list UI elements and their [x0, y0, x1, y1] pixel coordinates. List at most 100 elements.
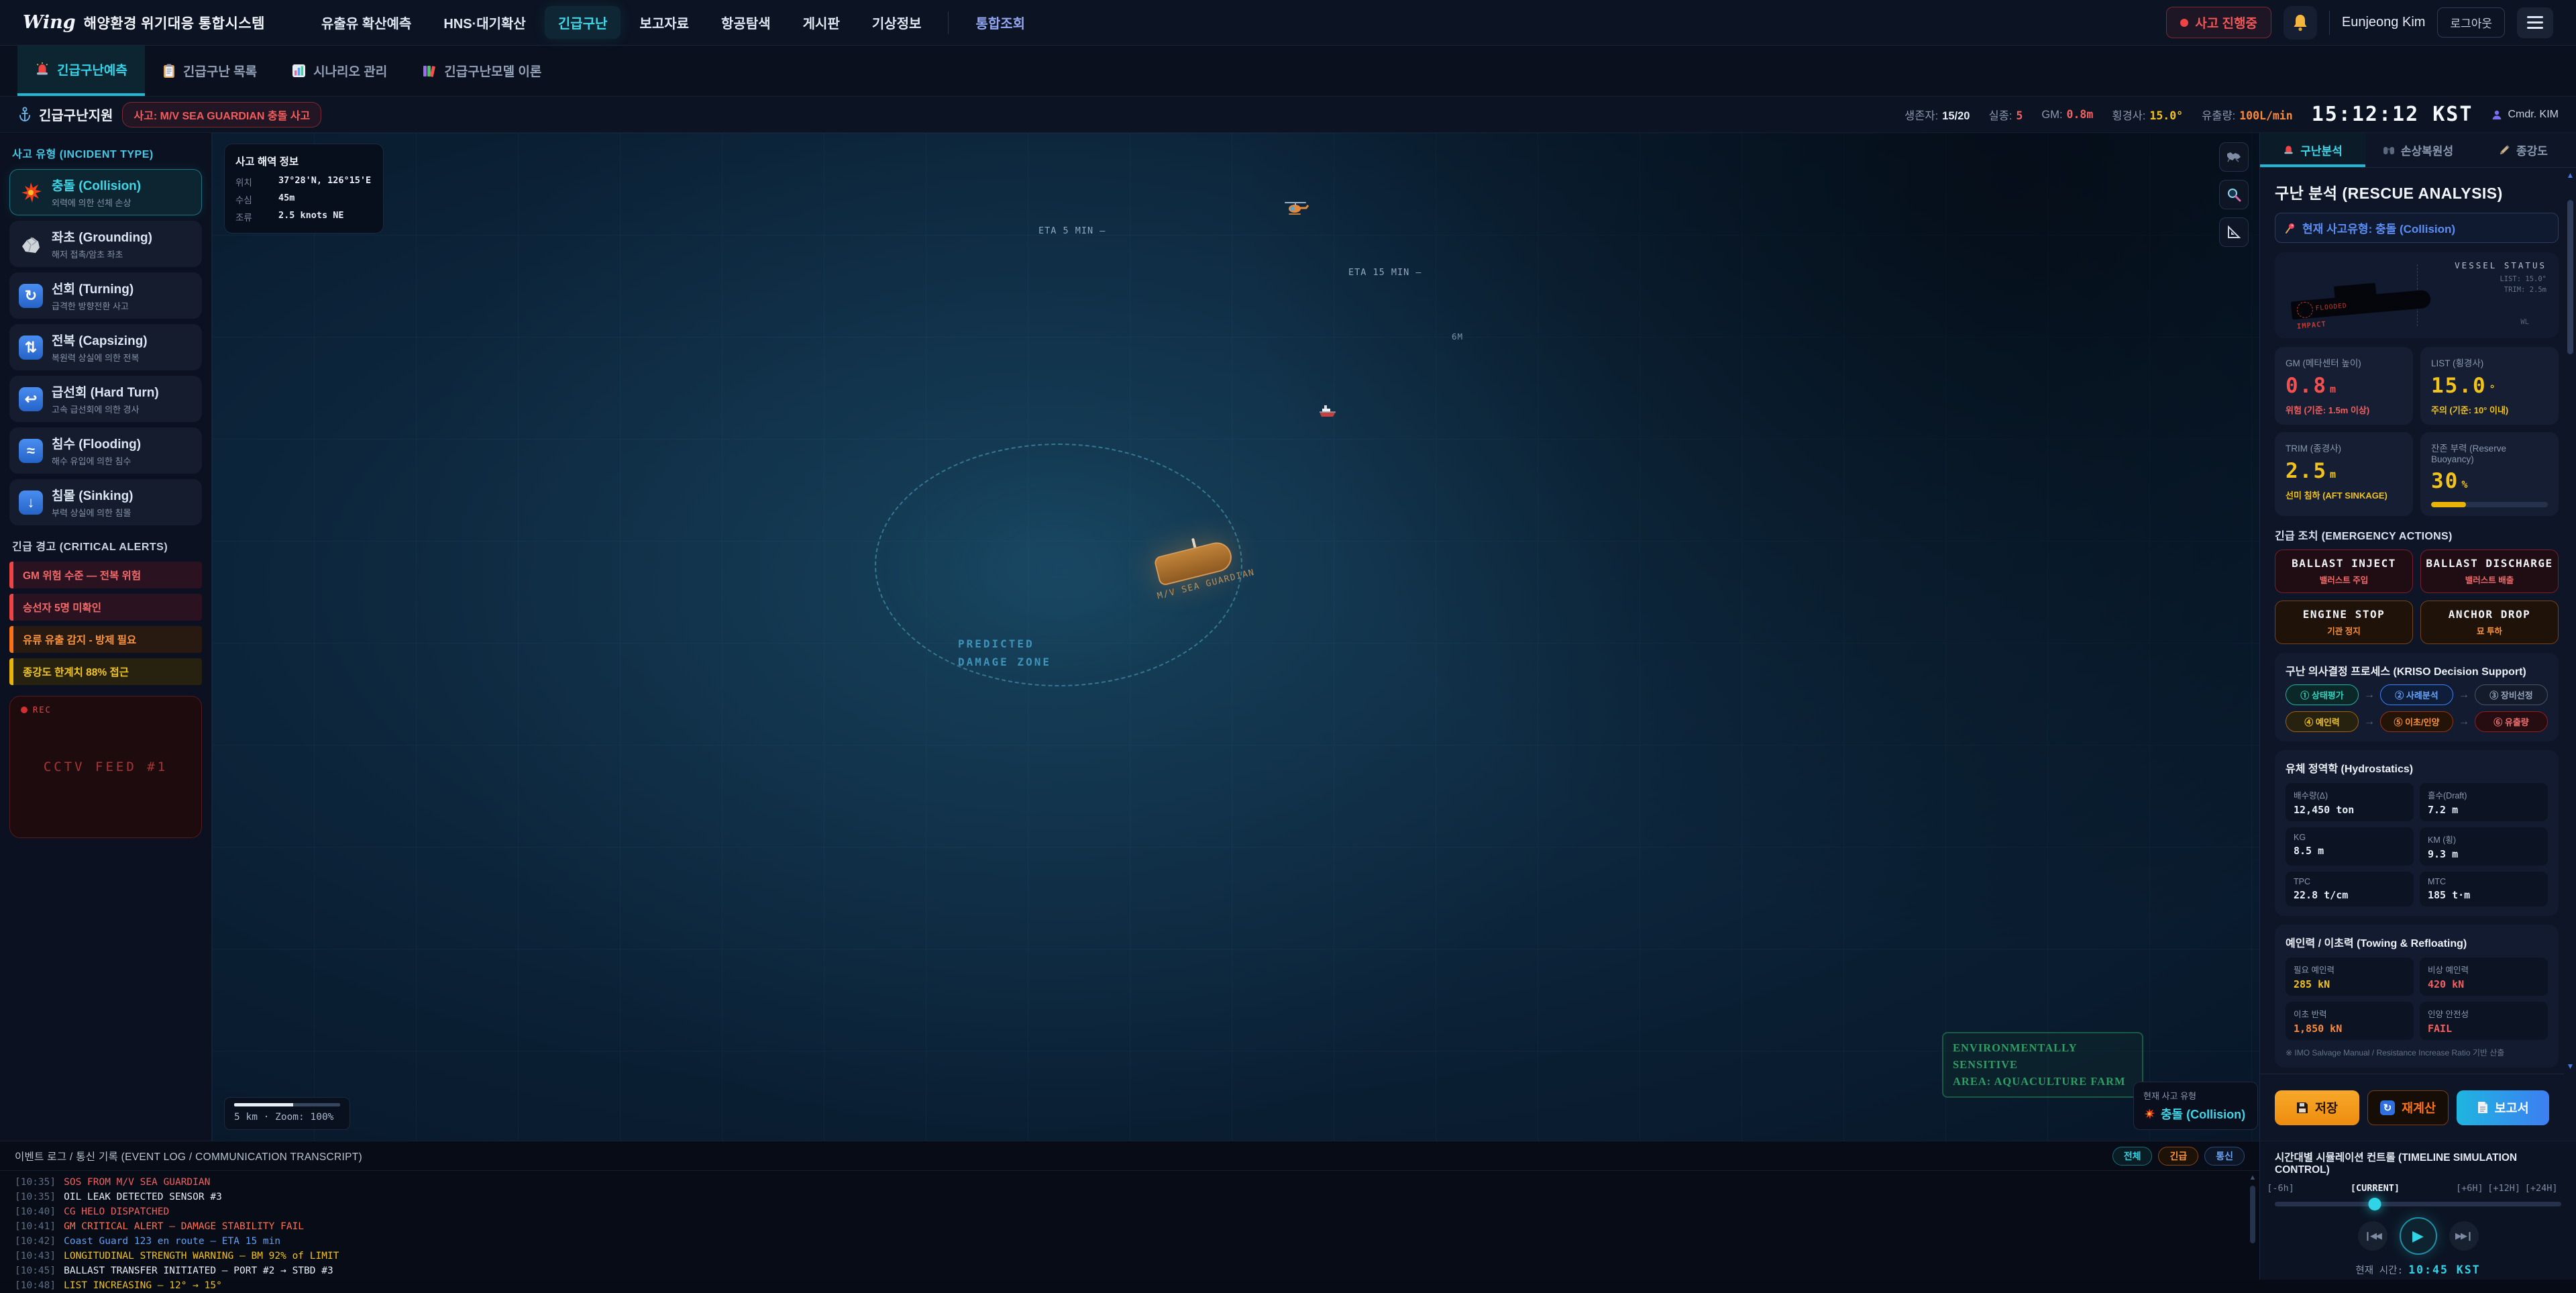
bell-icon	[2292, 14, 2308, 32]
current-incident-badge[interactable]: 현재 사고 유형 충돌 (Collision)	[2133, 1082, 2258, 1130]
nav-item-reports[interactable]: 보고자료	[626, 6, 702, 39]
info-row-depth: 수심45m	[235, 193, 372, 206]
scrollbar-thumb[interactable]	[2250, 1186, 2255, 1243]
filter-comms[interactable]: 통신	[2204, 1147, 2245, 1166]
marker-plus-24h[interactable]: [+24H]	[2525, 1183, 2558, 1194]
scroll-down-icon[interactable]: ▼	[2566, 1062, 2575, 1071]
nav-item-board[interactable]: 게시판	[790, 6, 853, 39]
nav-item-aerial-search[interactable]: 항공탐색	[708, 6, 784, 39]
ballast-inject-button[interactable]: BALLAST INJECT밸러스트 주입	[2275, 550, 2413, 593]
alert-gm-risk[interactable]: GM 위험 수준 — 전복 위험	[9, 562, 202, 588]
timeline-slider[interactable]	[2275, 1202, 2561, 1206]
map-measure-button[interactable]	[2219, 217, 2249, 247]
incident-turning[interactable]: ↻ 선회 (Turning) 급격한 방향전환 사고	[9, 272, 202, 319]
towing-emergency: 비상 예인력420 kN	[2420, 958, 2548, 996]
analysis-scroll-area[interactable]: 구난 분석 (RESCUE ANALYSIS) 현재 사고유형: 충돌 (Col…	[2260, 168, 2564, 1074]
eta-helo-label: ETA 5 MIN —	[1038, 225, 1106, 236]
recalculate-button[interactable]: ↻ 재계산	[2367, 1090, 2449, 1125]
live-dot-icon	[2180, 19, 2188, 27]
helicopter-icon[interactable]	[1283, 200, 1309, 217]
kriso-step-1[interactable]: ① 상태평가	[2286, 684, 2359, 705]
skip-back-button[interactable]: ❙◀◀	[2358, 1221, 2387, 1251]
notifications-button[interactable]	[2284, 6, 2317, 40]
person-icon	[2491, 109, 2502, 120]
incident-grounding[interactable]: 좌초 (Grounding) 해저 접촉/암초 좌초	[9, 221, 202, 267]
incident-map[interactable]: 사고 해역 정보 위치37°28'N, 126°15'E 수심45m 조류2.5…	[212, 133, 2259, 1141]
scrollbar-thumb[interactable]	[2567, 200, 2573, 354]
nav-item-emergency-rescue[interactable]: 긴급구난	[545, 6, 621, 39]
marker-current[interactable]: [CURRENT]	[2351, 1183, 2400, 1194]
menu-button[interactable]	[2517, 7, 2553, 38]
panel-footer: 저장 ↻ 재계산 보고서	[2260, 1074, 2564, 1141]
marker-plus-12h[interactable]: [+12H]	[2487, 1183, 2520, 1194]
analysis-tabs: 구난분석 손상복원성 종강도	[2260, 133, 2576, 168]
tab-damage-stability[interactable]: 손상복원성	[2365, 133, 2471, 167]
vessel-status-diagram: VESSEL STATUS LIST: 15.0° TRIM: 2.5m FLO…	[2275, 252, 2559, 338]
depth-label: 6M	[1452, 331, 1463, 342]
divider	[2329, 11, 2330, 35]
map-layers-button[interactable]	[2219, 142, 2249, 172]
status-metrics: 생존자:15/20 실종:5 GM:0.8m 횡경사:15.0° 유출량:100…	[1904, 103, 2559, 126]
alert-strength-limit[interactable]: 종강도 한계치 88% 접근	[9, 658, 202, 685]
tab-rescue-analysis[interactable]: 구난분석	[2260, 133, 2365, 167]
cctv-feed-label: CCTV FEED #1	[10, 760, 201, 774]
incident-hard-turn[interactable]: ↩ 급선회 (Hard Turn) 고속 급선회에 의한 경사	[9, 376, 202, 422]
cctv-feed-panel[interactable]: REC CCTV FEED #1	[9, 696, 202, 838]
tab-longitudinal-strength[interactable]: 종강도	[2471, 133, 2576, 167]
scale-text: 5 km · Zoom: 100%	[234, 1112, 333, 1123]
incident-flooding[interactable]: ≈ 침수 (Flooding) 해수 유입에 의한 침수	[9, 427, 202, 474]
kriso-step-5[interactable]: ⑤ 이초/인양	[2380, 711, 2453, 732]
map-zoom-button[interactable]	[2219, 180, 2249, 209]
nav-item-integrated-search[interactable]: 통합조회	[962, 6, 1038, 39]
app-title: 해양환경 위기대응 통합시스템	[84, 13, 265, 33]
world-map-icon	[2226, 151, 2242, 163]
log-entries[interactable]: [10:35]SOS FROM M/V SEA GUARDIAN [10:35]…	[0, 1171, 2259, 1293]
refresh-icon: ↻	[2380, 1100, 2395, 1115]
anchor-drop-button[interactable]: ANCHOR DROP묘 투하	[2420, 601, 2559, 644]
slider-knob[interactable]	[2369, 1198, 2381, 1210]
capsize-arrows-icon: ⇅	[19, 335, 43, 360]
panel-scrollbar[interactable]: ▲ ▼	[2566, 170, 2575, 1071]
scroll-up-icon[interactable]: ▲	[2566, 170, 2575, 180]
tab-scenario-management[interactable]: 시나리오 관리	[274, 46, 405, 96]
kriso-step-2[interactable]: ② 사례분석	[2380, 684, 2453, 705]
report-button[interactable]: 보고서	[2457, 1090, 2549, 1125]
rec-indicator: REC	[21, 705, 52, 715]
log-scrollbar[interactable]: ▲	[2249, 1174, 2257, 1277]
map-scale-control[interactable]: 5 km · Zoom: 100%	[224, 1097, 350, 1130]
tab-rescue-list[interactable]: 긴급구난 목록	[145, 46, 274, 96]
top-bar: Wing 해양환경 위기대응 통합시스템 유출유 확산예측 HNS·대기확산 긴…	[0, 0, 2576, 46]
engine-stop-button[interactable]: ENGINE STOP기관 정지	[2275, 601, 2413, 644]
nav-item-oil-diffusion[interactable]: 유출유 확산예측	[308, 6, 425, 39]
save-button[interactable]: 저장	[2275, 1090, 2359, 1125]
play-button[interactable]: ▶	[2400, 1217, 2437, 1255]
skip-forward-button[interactable]: ▶▶❙	[2449, 1221, 2479, 1251]
incident-capsizing[interactable]: ⇅ 전복 (Capsizing) 복원력 상실에 의한 전복	[9, 324, 202, 370]
ballast-discharge-button[interactable]: BALLAST DISCHARGE밸러스트 배출	[2420, 550, 2559, 593]
incident-sinking[interactable]: ↓ 침몰 (Sinking) 부력 상실에 의한 침몰	[9, 479, 202, 525]
tab-rescue-prediction[interactable]: 긴급구난예측	[17, 46, 145, 96]
status-bar: 긴급구난지원 사고: M/V SEA GUARDIAN 충돌 사고 생존자:15…	[0, 97, 2576, 133]
tab-rescue-model-theory[interactable]: 긴급구난모델 이론	[405, 46, 559, 96]
kriso-step-6[interactable]: ⑥ 유출량	[2475, 711, 2548, 732]
page-title: 긴급구난지원	[39, 105, 113, 124]
filter-all[interactable]: 전체	[2112, 1147, 2153, 1166]
incident-collision[interactable]: 충돌 (Collision) 외력에 의한 선체 손상	[9, 169, 202, 215]
emergency-actions-header: 긴급 조치 (EMERGENCY ACTIONS)	[2275, 527, 2559, 543]
nav-item-weather[interactable]: 기상정보	[859, 6, 935, 39]
kriso-step-4[interactable]: ④ 예인력	[2286, 711, 2359, 732]
filter-emergency[interactable]: 긴급	[2158, 1147, 2198, 1166]
alert-missing-crew[interactable]: 승선자 5명 미확인	[9, 594, 202, 621]
siren-icon	[2283, 144, 2294, 156]
critical-alerts-header: 긴급 경고 (CRITICAL ALERTS)	[12, 537, 202, 554]
logout-button[interactable]: 로그아웃	[2437, 7, 2505, 38]
magnifier-icon	[2226, 187, 2241, 202]
nav-item-hns-air[interactable]: HNS·대기확산	[430, 6, 539, 39]
marker-plus-6h[interactable]: [+6H]	[2456, 1183, 2483, 1194]
response-ship-icon[interactable]	[1318, 404, 1338, 419]
skip-forward-icon: ▶▶❙	[2455, 1231, 2472, 1241]
marker-minus-6h[interactable]: [-6h]	[2267, 1183, 2294, 1194]
alert-oil-leak[interactable]: 유류 유출 감지 - 방제 필요	[9, 626, 202, 653]
kriso-step-3[interactable]: ③ 장비선정	[2475, 684, 2548, 705]
scroll-up-icon[interactable]: ▲	[2249, 1174, 2257, 1182]
